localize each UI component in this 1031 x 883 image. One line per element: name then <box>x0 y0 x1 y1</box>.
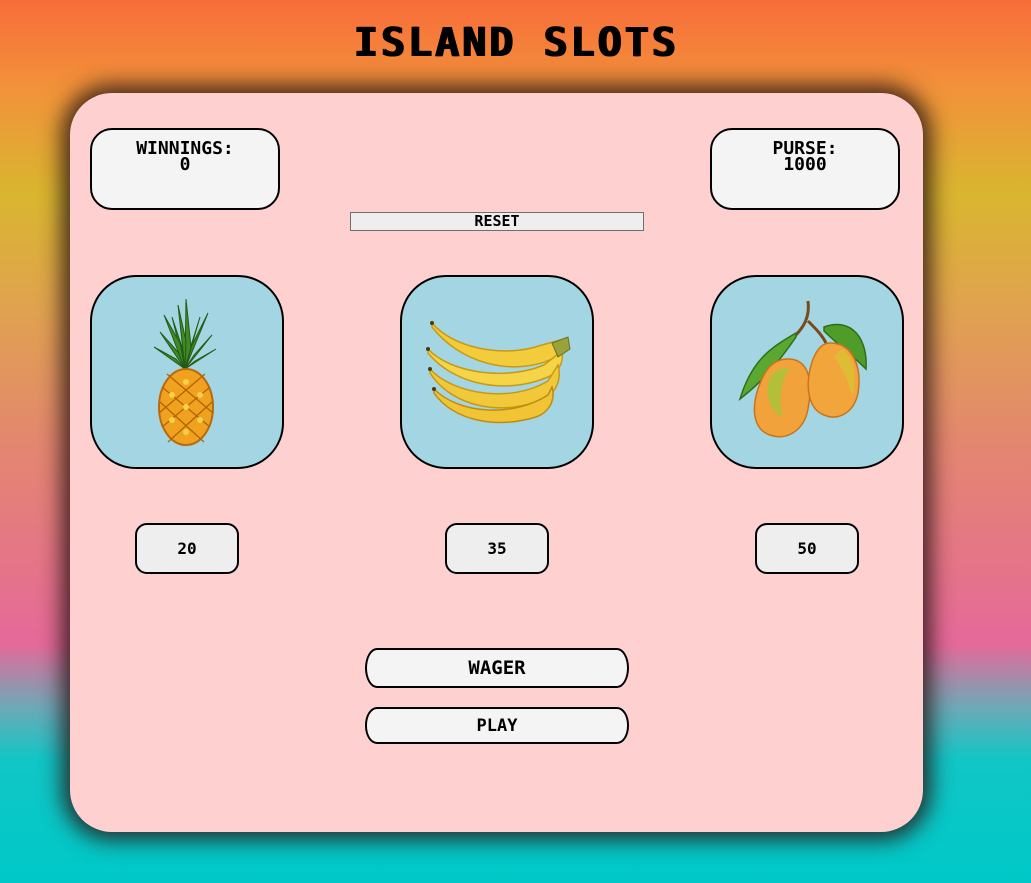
winnings-value: 0 <box>179 154 191 175</box>
bet-button-20[interactable]: 20 <box>135 523 239 574</box>
reel-2 <box>400 275 594 469</box>
slot-machine-panel: WINNINGS: 0 PURSE: 1000 RESET 20 35 50 W… <box>70 93 923 832</box>
purse-value: 1000 <box>783 154 827 175</box>
wager-display: WAGER <box>365 648 629 688</box>
winnings-display: WINNINGS: 0 <box>90 128 280 210</box>
reel-1 <box>90 275 284 469</box>
page-title: ISLAND SLOTS <box>353 20 678 66</box>
reel-3 <box>710 275 904 469</box>
pineapple-icon <box>153 298 217 446</box>
play-button[interactable]: PLAY <box>365 707 629 744</box>
mango-icon <box>738 300 867 438</box>
bet-button-50[interactable]: 50 <box>755 523 859 574</box>
reset-button[interactable]: RESET <box>350 212 644 231</box>
purse-display: PURSE: 1000 <box>710 128 900 210</box>
banana-icon <box>426 320 571 424</box>
bet-button-35[interactable]: 35 <box>445 523 549 574</box>
